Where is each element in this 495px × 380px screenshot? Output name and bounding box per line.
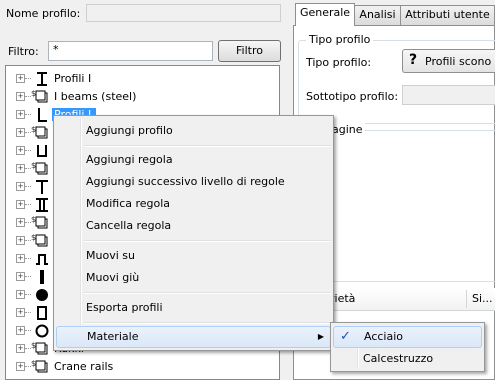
expand-icon[interactable]: + [16,344,25,353]
expand-icon[interactable]: + [16,254,25,263]
menu-item-aggiungi-profilo[interactable]: Aggiungi profilo [56,120,331,142]
submenu-arrow-icon: ▶ [317,332,324,341]
menu-item-materiale-label: Materiale [87,330,139,343]
expand-icon[interactable]: + [16,146,25,155]
profile-name-field[interactable] [86,4,281,22]
menu-item-calcestruzzo[interactable]: Calcestruzzo [333,348,482,370]
library-icon [34,215,50,231]
tree-connector [25,258,31,259]
column-header-size[interactable]: Si... [472,292,493,305]
tree-connector [25,276,31,277]
menu-item-muovi-su[interactable]: Muovi su [56,245,331,267]
tree-connector [25,78,31,79]
tree-connector [25,114,31,115]
expand-icon[interactable]: + [16,200,25,209]
rect-hollow-icon [34,305,50,321]
tree-connector [25,204,31,205]
menu-separator [84,292,331,294]
tab-analisi[interactable]: Analisi [354,5,401,25]
expand-icon[interactable]: + [16,326,25,335]
materiale-submenu: ✓ Acciaio Calcestruzzo [330,322,485,372]
profile-type-group-title: Tipo profilo [306,33,374,46]
expand-icon[interactable]: + [16,182,25,191]
profile-type-label: Tipo profilo: [306,56,372,69]
context-menu: Aggiungi profilo Aggiungi regola Aggiung… [53,115,334,351]
expand-icon[interactable]: + [16,272,25,281]
expand-icon[interactable]: + [16,362,25,371]
expand-icon[interactable]: + [16,128,25,137]
menu-separator [84,145,331,147]
tree-connector [25,150,31,151]
library-icon [34,125,50,141]
library-icon [34,233,50,249]
filter-input[interactable]: * [48,41,213,61]
menu-item-cancella-regola[interactable]: Cancella regola [56,215,331,237]
profile-name-label: Nome profilo: [6,7,81,20]
profile-type-selector[interactable]: ? Profili scono [402,49,495,73]
check-icon: ✓ [340,329,351,344]
menu-item-acciaio[interactable]: ✓ Acciaio [333,326,482,348]
tree-item[interactable]: + $ I beams (steel) [6,88,276,106]
tree-item-label: I beams (steel) [54,90,137,103]
expand-icon[interactable]: + [16,74,25,83]
expand-icon[interactable]: + [16,218,25,227]
tree-item[interactable]: + Profili I [6,70,276,88]
expand-icon[interactable]: + [16,236,25,245]
menu-item-aggiungi-regola[interactable]: Aggiungi regola [56,149,331,171]
tab-generale[interactable]: Generale [295,3,355,26]
i-beam-icon [34,71,50,87]
filter-button[interactable]: Filtro [218,40,281,62]
profile-type-value: Profili scono [425,55,492,68]
z-profile-icon [34,251,50,267]
double-i-icon [34,197,50,213]
menu-item-acciaio-label: Acciaio [364,330,404,343]
menu-item-esporta-profili[interactable]: Esporta profili [56,297,331,319]
l-profile-icon [34,107,50,123]
tree-connector [25,330,31,331]
image-group-title: agine [330,123,365,136]
library-icon [34,161,50,177]
menu-item-muovi-giu[interactable]: Muovi giù [56,267,331,289]
menu-separator [84,240,331,242]
expand-icon[interactable]: + [16,92,25,101]
tree-item-label: Profili I [54,72,92,85]
tree-item[interactable]: + $ Crane rails [6,358,276,376]
expand-icon[interactable]: + [16,290,25,299]
column-divider [466,290,467,308]
tab-attributi-utente[interactable]: Attributi utente [400,5,495,25]
profile-subtype-label: Sottotipo profilo: [306,90,399,103]
round-bar-icon [34,287,50,303]
expand-icon[interactable]: + [16,110,25,119]
menu-separator [84,322,331,324]
circ-hollow-icon [34,323,50,339]
library-icon [34,359,50,375]
tree-connector [25,186,31,187]
tree-connector [25,294,31,295]
library-icon [34,341,50,357]
expand-icon[interactable]: + [16,164,25,173]
tree-connector [25,312,31,313]
menu-item-materiale[interactable]: Materiale ▶ [56,326,331,348]
menu-item-modifica-regola[interactable]: Modifica regola [56,193,331,215]
question-icon: ? [409,52,418,68]
profile-subtype-field[interactable] [402,85,495,105]
menu-item-aggiungi-livello-regole[interactable]: Aggiungi successivo livello di regole [56,171,331,193]
u-profile-icon [34,143,50,159]
library-icon [34,89,50,105]
flat-bar-icon [34,269,50,285]
expand-icon[interactable]: + [16,308,25,317]
tree-item-label: Crane rails [54,360,114,373]
t-profile-icon [34,179,50,195]
filter-label: Filtro: [8,45,39,58]
